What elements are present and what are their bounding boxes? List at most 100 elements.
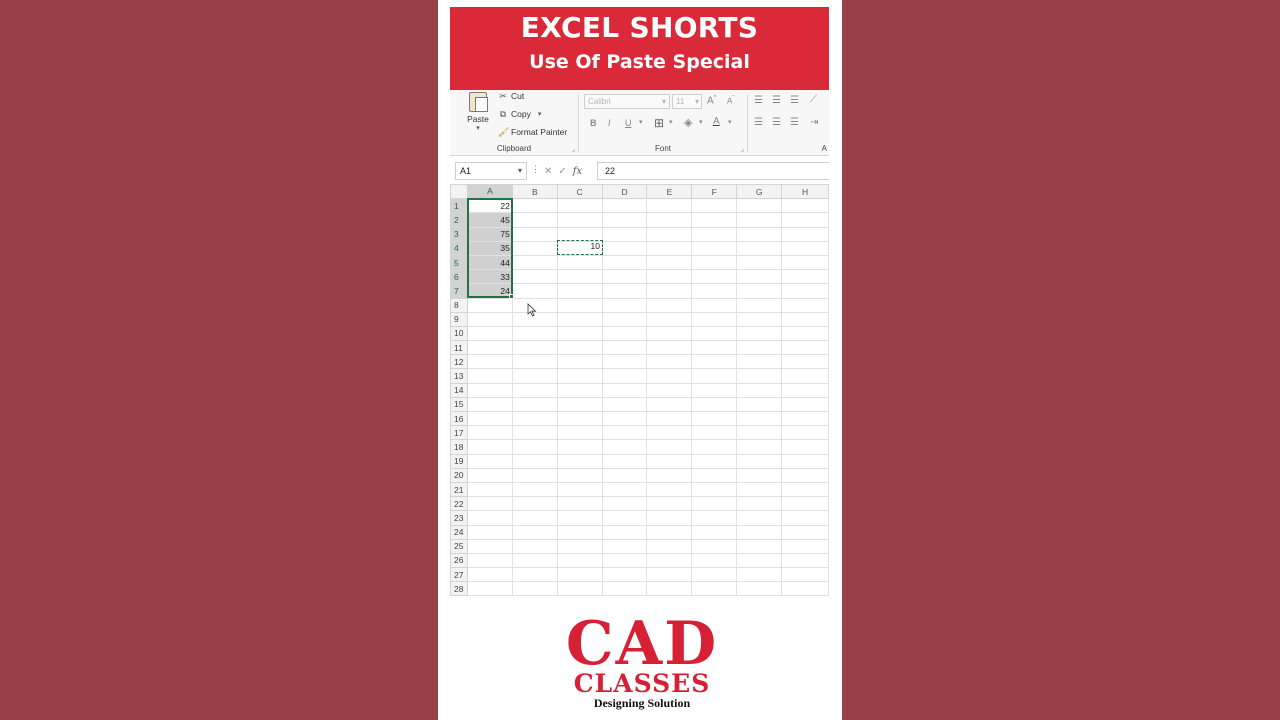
grid-cell[interactable] [781,581,829,597]
grid-cell[interactable] [691,552,738,569]
grid-cell[interactable] [781,382,829,398]
align-top-icon[interactable]: ☰ [754,95,763,106]
grid-cell[interactable] [466,396,513,413]
grid-cell[interactable] [556,410,603,427]
grid-cell[interactable] [646,226,693,242]
column-header[interactable]: H [781,184,829,200]
grid-cell[interactable] [466,510,513,526]
grid-cell[interactable] [646,240,693,256]
row-header[interactable]: 23 [450,510,468,526]
grid-cell[interactable] [601,354,648,370]
grid-cell[interactable] [691,283,738,299]
row-header[interactable]: 9 [450,311,468,327]
grid-cell[interactable] [691,439,738,455]
grid-cell[interactable] [781,552,829,569]
grid-cell[interactable]: 33 [466,269,513,285]
grid-cell[interactable] [556,496,603,512]
grid-cell[interactable] [646,254,693,271]
grid-cell[interactable]: 45 [466,212,513,228]
align-right-icon[interactable]: ☰ [790,117,799,128]
row-header[interactable]: 4 [450,240,468,256]
grid-cell[interactable] [691,510,738,526]
grid-cell[interactable] [601,198,648,214]
grid-cell[interactable] [466,311,513,327]
grid-cell[interactable] [646,496,693,512]
grid-cell[interactable] [781,538,829,554]
grid-cell[interactable] [556,354,603,370]
row-header[interactable]: 18 [450,439,468,455]
grid-cell[interactable] [511,198,558,214]
row-header[interactable]: 21 [450,481,468,498]
row-header[interactable]: 12 [450,354,468,370]
grid-cell[interactable] [466,325,513,342]
grid-cell[interactable] [736,198,783,214]
grid-cell[interactable] [601,538,648,554]
grid-cell[interactable] [511,368,558,384]
grid-cell[interactable] [556,524,603,540]
row-header[interactable]: 6 [450,269,468,285]
grid-cell[interactable] [556,538,603,554]
grid-cell[interactable] [466,581,513,597]
grid-cell[interactable] [691,325,738,342]
select-all-corner[interactable] [450,184,468,200]
grid-cell[interactable] [601,269,648,285]
row-header[interactable]: 22 [450,496,468,512]
copied-cell-c4[interactable]: 10 [557,240,603,255]
grid-cell[interactable] [601,524,648,540]
column-header[interactable]: E [646,184,693,200]
grid-cell[interactable] [511,496,558,512]
insert-function-icon[interactable]: fx [573,166,582,177]
grid-cell[interactable]: 35 [466,240,513,256]
grid-cell[interactable] [646,410,693,427]
grid-cell[interactable] [466,538,513,554]
grid-cell[interactable] [601,340,648,356]
grid-cell[interactable] [781,325,829,342]
grid-cell[interactable] [691,226,738,242]
grid-cell[interactable] [736,283,783,299]
cut-button[interactable]: ✂ Cut [498,91,524,101]
row-header[interactable]: 26 [450,552,468,569]
grid-cell[interactable] [511,453,558,469]
grid-cell[interactable] [556,567,603,583]
grid-cell[interactable] [556,552,603,569]
column-header[interactable]: G [736,184,783,200]
grid-cell[interactable] [646,453,693,469]
grid-cell[interactable] [466,297,513,313]
grid-cell[interactable] [736,439,783,455]
grid-cell[interactable] [466,439,513,455]
grid-cell[interactable] [646,325,693,342]
grid-cell[interactable] [736,325,783,342]
grid-cell[interactable] [466,368,513,384]
paste-button[interactable]: Paste ▾ [460,92,496,132]
grid-cell[interactable] [601,481,648,498]
row-header[interactable]: 3 [450,226,468,242]
grid-cell[interactable] [646,510,693,526]
grid-cell[interactable] [781,481,829,498]
grid-cell[interactable] [781,425,829,441]
grid-cell[interactable] [781,439,829,455]
grid-cell[interactable] [466,496,513,512]
grid-cell[interactable] [466,467,513,483]
grid-cell[interactable] [511,410,558,427]
grid-cell[interactable] [601,283,648,299]
grid-cell[interactable] [736,567,783,583]
grid-cell[interactable] [781,198,829,214]
cancel-icon[interactable]: ✕ [544,166,552,177]
grid-cell[interactable] [781,496,829,512]
row-header[interactable]: 2 [450,212,468,228]
grid-cell[interactable] [736,368,783,384]
increase-font-icon[interactable]: A^ [707,95,717,106]
row-header[interactable]: 24 [450,524,468,540]
grid-cell[interactable] [691,538,738,554]
grid-cell[interactable] [556,198,603,214]
grid-cell[interactable] [601,297,648,313]
column-header[interactable]: D [601,184,648,200]
grid-cell[interactable] [781,368,829,384]
grid-cell[interactable] [691,212,738,228]
row-header[interactable]: 27 [450,567,468,583]
grid-cell[interactable] [466,425,513,441]
formula-input[interactable]: 22 [597,162,829,180]
paste-dropdown-icon[interactable]: ▾ [460,124,496,132]
column-header[interactable]: A [466,184,513,200]
grid-cell[interactable] [646,340,693,356]
